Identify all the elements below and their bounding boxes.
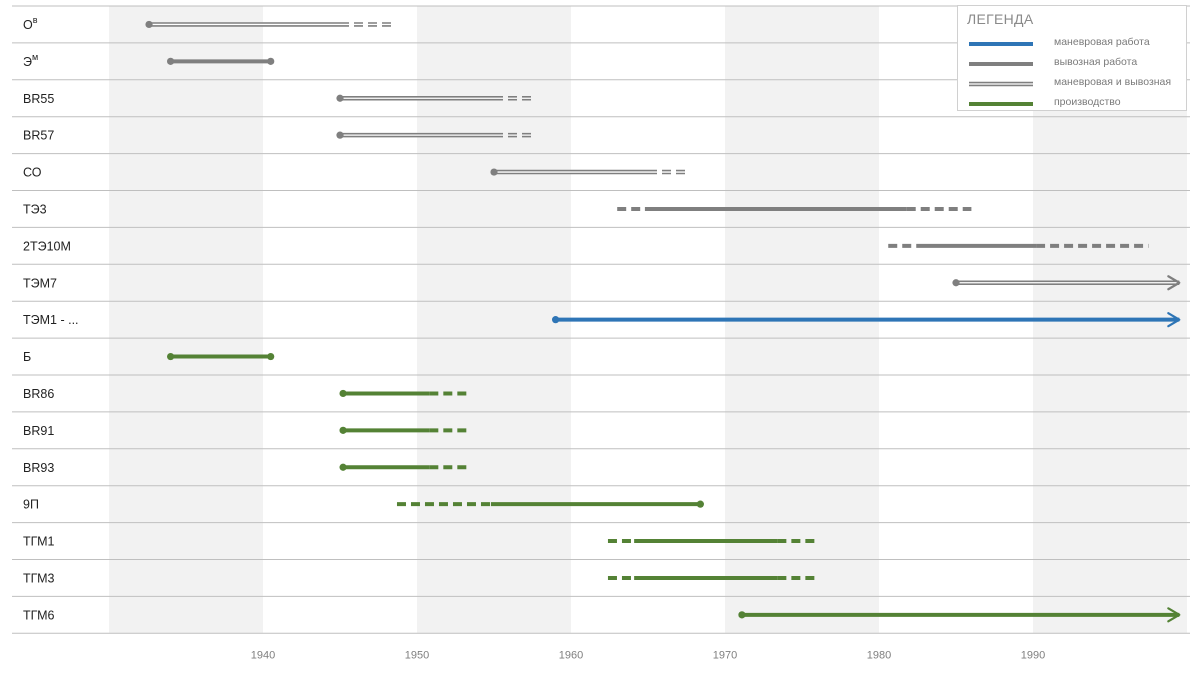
x-axis-ticks: 1940 1950 1960 1970 1980 1990	[251, 649, 1045, 661]
row-label: ТЭМ7	[23, 276, 57, 290]
start-point	[339, 463, 347, 471]
legend-swatch-green	[969, 102, 1033, 106]
x-tick-label: 1990	[1021, 649, 1045, 661]
start-point	[339, 389, 347, 398]
start-point	[145, 20, 153, 29]
start-point	[952, 279, 960, 287]
row-label: СО	[23, 166, 42, 180]
row-label: BR57	[23, 129, 54, 143]
legend-item-transfer: вывозная работа	[958, 54, 1186, 74]
row-label: ТГМ1	[23, 535, 55, 549]
start-point	[552, 316, 560, 324]
row-label: BR55	[23, 92, 54, 106]
row-label: BR93	[23, 461, 54, 475]
legend-item-production: производство	[958, 94, 1186, 114]
row-label-superscript: в	[33, 15, 38, 25]
legend-item-shunting-and-transfer: маневровая и вывозная	[958, 74, 1186, 94]
row-label: Ов	[23, 15, 38, 32]
row-label: ТЭ3	[23, 202, 47, 216]
start-point	[738, 611, 746, 619]
row-label-superscript: м	[32, 52, 38, 62]
row-label: 9П	[23, 498, 39, 512]
row-label: BR91	[23, 424, 54, 438]
x-tick-label: 1950	[405, 649, 429, 661]
start-point	[339, 426, 347, 434]
legend: ЛЕГЕНДА маневровая работа вывозная работ…	[957, 5, 1187, 111]
row-label: Б	[23, 350, 31, 364]
legend-item-shunting: маневровая работа	[958, 34, 1186, 54]
end-point	[267, 352, 275, 361]
start-point	[336, 94, 344, 102]
x-tick-label: 1960	[559, 649, 583, 661]
end-point	[267, 57, 275, 65]
legend-label: маневровая и вывозная	[1054, 76, 1172, 88]
end-point	[696, 500, 704, 508]
legend-title: ЛЕГЕНДА	[967, 11, 1034, 27]
legend-label: производство	[1054, 96, 1121, 108]
x-tick-label: 1980	[867, 649, 891, 661]
row-label: 2ТЭ10М	[23, 239, 71, 253]
decade-band	[109, 6, 263, 634]
row-labels: Ов Эм BR55 BR57 СО ТЭ3 2ТЭ10М ТЭМ7 ТЭМ1 - ... Б BR…	[23, 15, 79, 622]
row-label: BR86	[23, 387, 54, 401]
start-point	[336, 131, 344, 139]
start-point	[167, 352, 175, 361]
row-label: ТГМ6	[23, 608, 55, 622]
row-label: ТЭМ1 - ...	[23, 313, 79, 327]
legend-swatch-gray-double	[969, 81, 1033, 87]
row-label: Эм	[23, 52, 38, 69]
x-tick-label: 1970	[713, 649, 737, 661]
legend-swatch-gray	[969, 62, 1033, 66]
x-tick-label: 1940	[251, 649, 275, 661]
row-label: ТГМ3	[23, 571, 55, 585]
start-point	[167, 57, 175, 65]
start-point	[490, 168, 498, 176]
legend-swatch-blue	[969, 42, 1033, 46]
legend-label: вывозная работа	[1054, 56, 1138, 68]
legend-label: маневровая работа	[1054, 36, 1150, 48]
